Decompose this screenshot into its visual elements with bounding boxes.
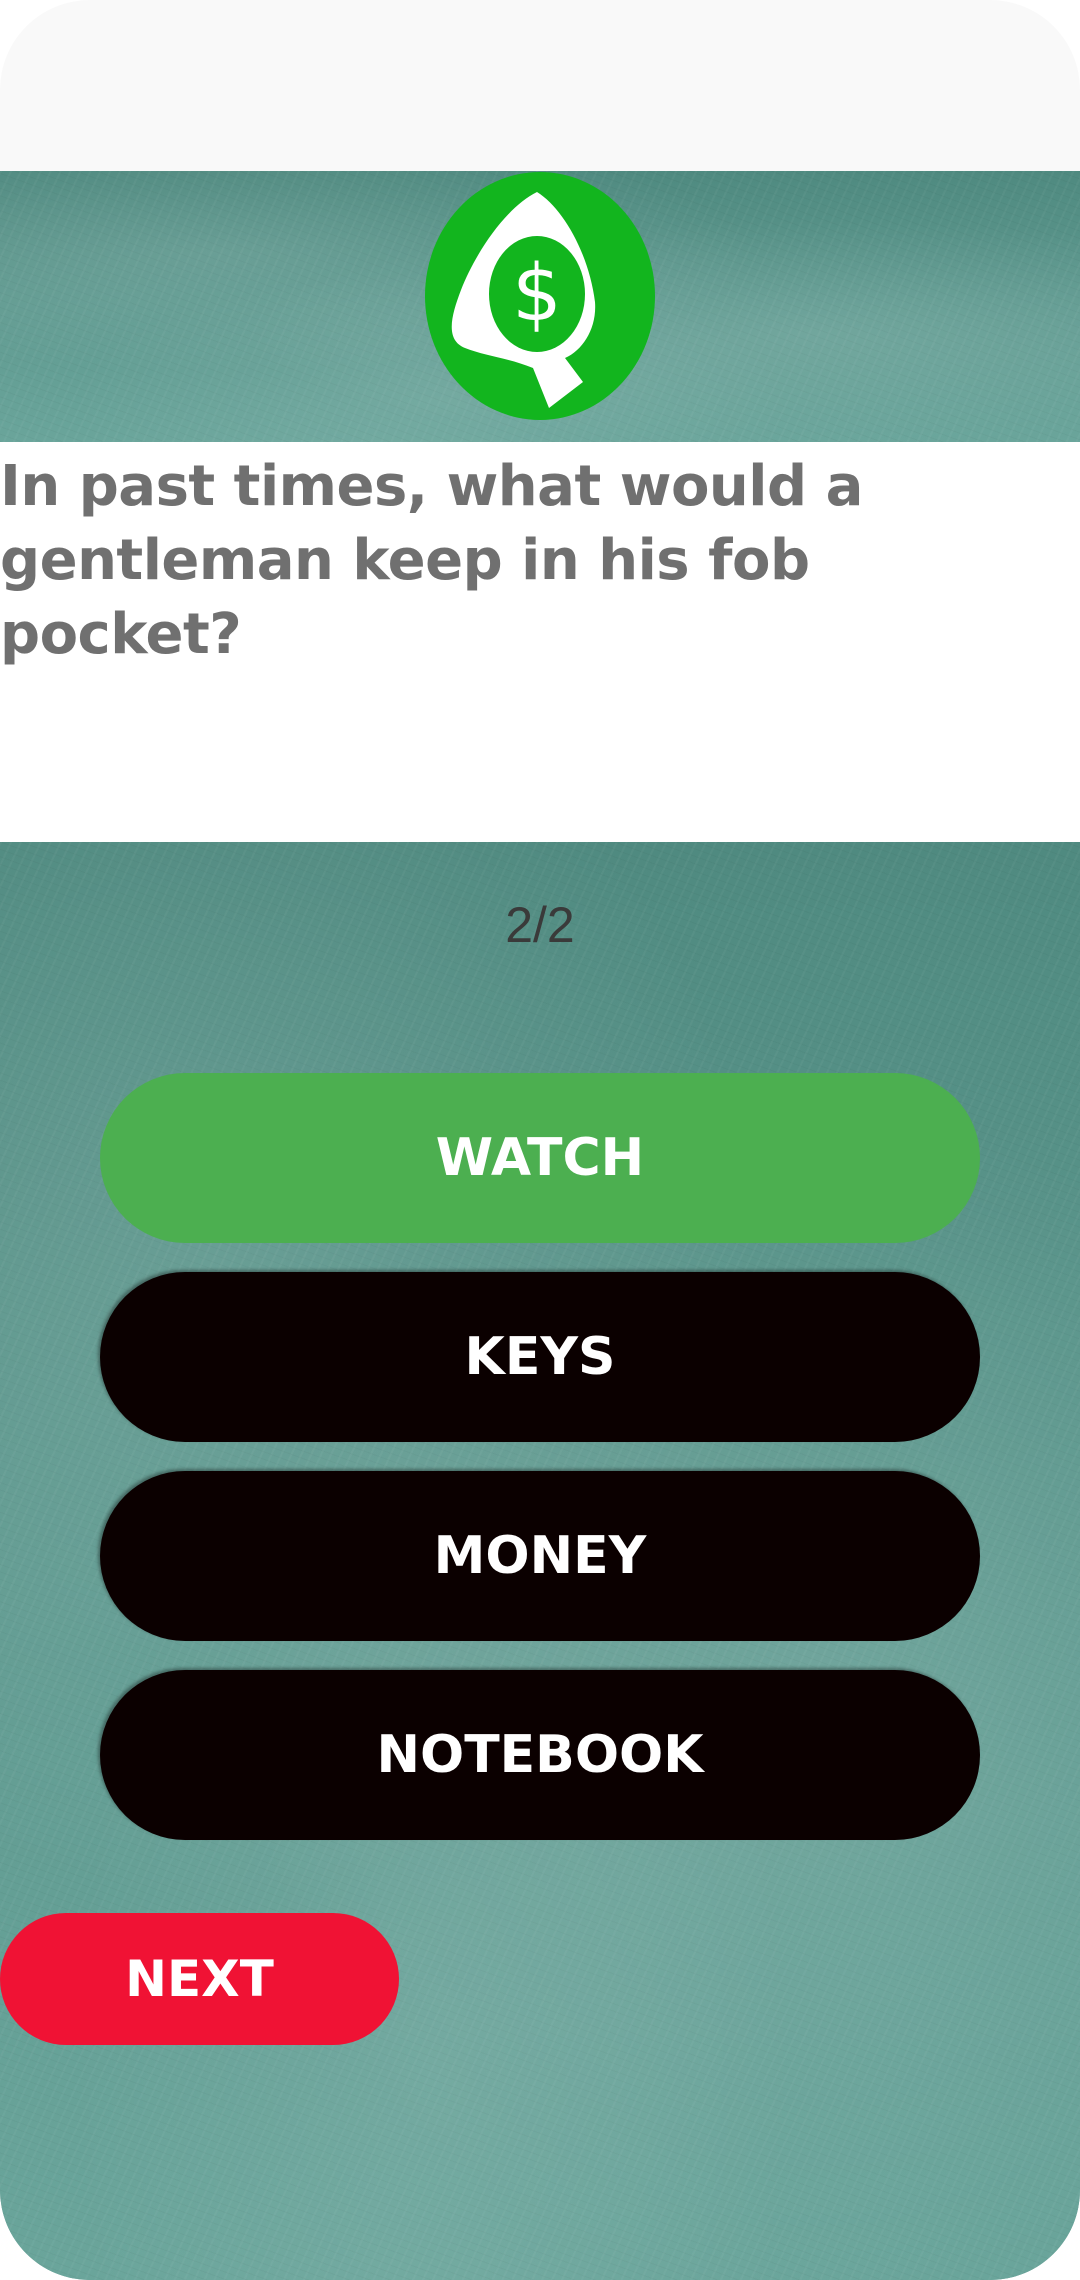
answer-notebook-button[interactable]: NOTEBOOK: [100, 1670, 980, 1840]
answer-keys-button[interactable]: KEYS: [100, 1272, 980, 1442]
answer-money-button[interactable]: MONEY: [100, 1471, 980, 1641]
quiz-screen: $ In past times, what would a gentleman …: [0, 0, 1080, 2280]
answer-watch-button[interactable]: WATCH: [100, 1073, 980, 1243]
next-button[interactable]: NEXT: [0, 1913, 399, 2045]
status-bar-area: [0, 0, 1080, 171]
question-text: In past times, what would a gentleman ke…: [0, 454, 863, 667]
logo-symbol: $: [512, 249, 562, 339]
dollar-q-logo-icon: $: [425, 172, 655, 420]
question-counter: 2/2: [505, 897, 575, 953]
